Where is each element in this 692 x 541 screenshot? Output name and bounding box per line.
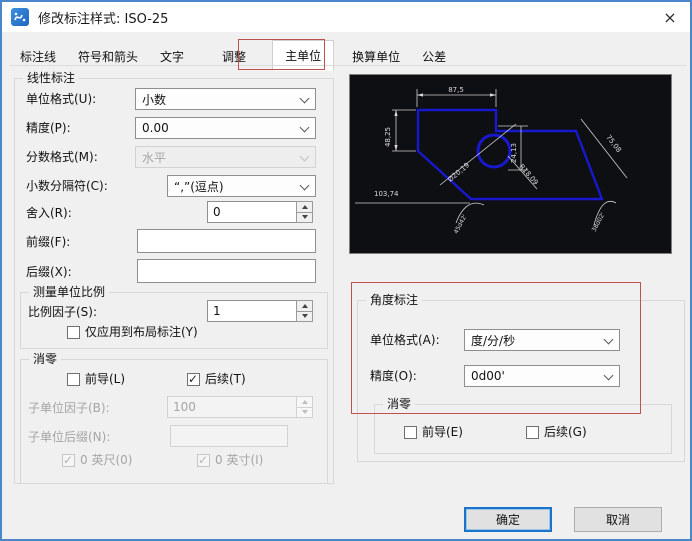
triangle-down-icon (301, 410, 308, 415)
chevron-down-icon (299, 180, 310, 191)
title-bar: 修改标注样式: ISO-25 × (2, 2, 690, 32)
decimal-separator-dropdown[interactable]: “,”(逗点) (167, 175, 316, 197)
triangle-down-icon (301, 215, 308, 220)
sub-units-factor-value: 100 (173, 400, 196, 414)
angular-leading-checkbox[interactable] (404, 426, 417, 439)
fraction-format-label: 分数格式(M): (26, 150, 98, 164)
dim-label-middle-vertical: 24,13 (510, 143, 518, 163)
measurement-scale-group-label: 测量单位比例 (29, 285, 110, 299)
ok-button[interactable]: 确定 (464, 507, 552, 532)
chevron-down-icon (603, 370, 614, 381)
scale-factor-input[interactable]: 1 (207, 300, 296, 322)
spin-down-button (296, 407, 313, 418)
sub-units-suffix-input (170, 425, 288, 447)
unit-format-value: 小数 (142, 92, 167, 107)
dim-label-radius: R18,09 (517, 163, 539, 187)
spin-down-button[interactable] (296, 212, 313, 223)
round-off-input[interactable]: 0 (207, 201, 296, 223)
suffix-input[interactable] (137, 259, 316, 283)
close-icon[interactable]: × (654, 2, 686, 32)
spin-up-button[interactable] (296, 300, 313, 312)
angular-leading-label: 前导(E) (422, 425, 463, 439)
round-off-spinner: 0 (207, 201, 313, 223)
dimension-preview-drawing: 87,5 48,25 24,13 75,08 103,74 Ø20,19 R18… (355, 86, 628, 235)
angular-dimensions-group-label: 角度标注 (366, 293, 423, 307)
sub-units-factor-label: 子单位因子(B): (28, 401, 110, 415)
dim-label-diameter: Ø20,19 (446, 161, 471, 184)
trailing-zero-label: 后续(T) (205, 372, 246, 386)
suffix-label: 后缀(X): (26, 265, 72, 279)
angular-trailing-checkbox[interactable] (526, 426, 539, 439)
precision-value: 0.00 (142, 121, 169, 135)
chevron-down-icon (299, 93, 310, 104)
round-off-label: 舍入(R): (26, 206, 72, 220)
unit-format-dropdown[interactable]: 小数 (135, 88, 316, 110)
chevron-down-icon (299, 151, 310, 162)
dim-label-left: 48,25 (384, 127, 392, 147)
decimal-separator-value: “,”(逗点) (174, 179, 224, 194)
linear-dimensions-group-label: 线性标注 (23, 71, 80, 85)
sub-units-suffix-label: 子单位后缀(N): (28, 430, 111, 444)
decimal-separator-label: 小数分隔符(C): (26, 179, 108, 193)
prefix-input[interactable] (137, 229, 316, 253)
dim-label-bottom-left: 103,74 (374, 190, 399, 198)
triangle-down-icon (301, 314, 308, 319)
triangle-up-icon (301, 303, 308, 308)
dim-label-right-diagonal: 75,08 (604, 133, 623, 154)
trailing-zero-checkbox[interactable] (187, 372, 200, 386)
fraction-format-dropdown: 水平 (135, 146, 316, 168)
chevron-down-icon (299, 122, 310, 133)
linear-zero-suppression-label: 消零 (29, 352, 62, 366)
zero-feet-label: 0 英尺(0) (80, 453, 133, 467)
angular-unit-format-dropdown[interactable]: 度/分/秒 (464, 329, 620, 351)
cancel-button[interactable]: 取消 (574, 507, 662, 532)
triangle-up-icon (301, 204, 308, 209)
angular-unit-format-value: 度/分/秒 (471, 333, 516, 348)
angular-precision-dropdown[interactable]: 0d00' (464, 365, 620, 387)
leading-zero-label: 前导(L) (85, 372, 126, 386)
spin-down-button[interactable] (296, 311, 313, 322)
dimension-style-app-icon (11, 8, 29, 26)
leading-zero-checkbox[interactable] (67, 373, 80, 386)
precision-dropdown[interactable]: 0.00 (135, 117, 316, 139)
angular-precision-label: 精度(O): (370, 369, 417, 383)
angular-zero-suppression-label: 消零 (383, 397, 416, 411)
dim-label-angle-left: 45d42' (453, 213, 469, 235)
zero-feet-checkbox (62, 453, 75, 467)
spin-up-button[interactable] (296, 201, 313, 213)
dimension-style-glyph (14, 12, 26, 22)
unit-format-label: 单位格式(U): (26, 92, 97, 106)
angular-trailing-label: 后续(G) (544, 425, 587, 439)
dim-label-top: 87,5 (448, 86, 464, 94)
sub-units-factor-input: 100 (167, 396, 296, 418)
round-off-value: 0 (213, 205, 221, 219)
scale-factor-label: 比例因子(S): (28, 305, 98, 319)
angular-zero-suppression-group: 消零 (374, 397, 672, 454)
chevron-down-icon (603, 334, 614, 345)
triangle-up-icon (301, 399, 308, 404)
window-title: 修改标注样式: ISO-25 (38, 11, 169, 27)
sub-units-factor-spinner: 100 (167, 396, 313, 418)
apply-to-layout-checkbox[interactable] (67, 326, 80, 339)
scale-factor-spinner: 1 (207, 300, 313, 322)
dim-label-angle-right: 38d02' (591, 211, 607, 233)
scale-factor-value: 1 (213, 304, 221, 318)
fraction-format-value: 水平 (142, 150, 167, 165)
prefix-label: 前缀(F): (26, 235, 71, 249)
precision-label: 精度(P): (26, 121, 71, 135)
spin-up-button (296, 396, 313, 408)
zero-inches-label: 0 英寸(I) (215, 453, 264, 467)
apply-to-layout-label: 仅应用到布局标注(Y) (85, 325, 198, 339)
dimension-preview: 87,5 48,25 24,13 75,08 103,74 Ø20,19 R18… (349, 74, 672, 254)
angular-precision-value: 0d00' (471, 369, 505, 383)
modify-dimension-style-dialog: 修改标注样式: ISO-25 × 标注线 符号和箭头 文字 调整 主单位 换算单… (0, 0, 692, 541)
preview-dimension-labels: 87,5 48,25 24,13 75,08 103,74 Ø20,19 R18… (374, 86, 623, 235)
angular-unit-format-label: 单位格式(A): (370, 333, 440, 347)
zero-inches-checkbox (197, 453, 210, 467)
